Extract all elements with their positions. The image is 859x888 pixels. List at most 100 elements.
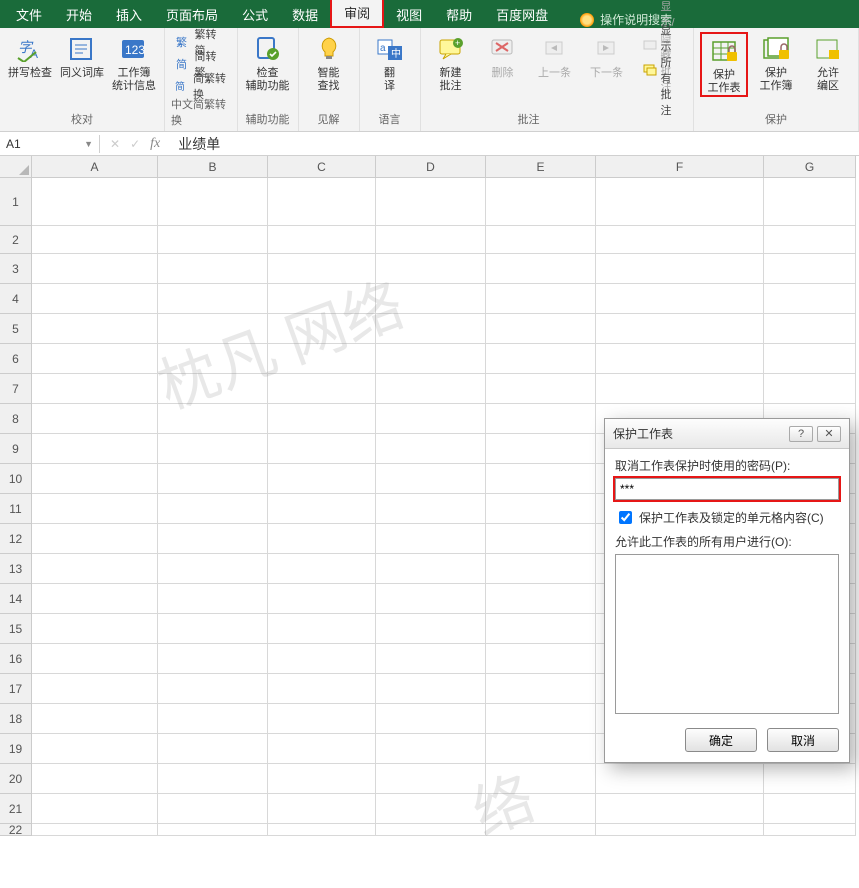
- cell[interactable]: [32, 254, 158, 284]
- cell[interactable]: [486, 704, 596, 734]
- formula-input[interactable]: 业绩单: [170, 132, 859, 156]
- cell[interactable]: [32, 178, 158, 226]
- row-header-16[interactable]: 16: [0, 644, 32, 674]
- cell[interactable]: [158, 374, 268, 404]
- cell[interactable]: [268, 226, 376, 254]
- cell[interactable]: [158, 254, 268, 284]
- cell[interactable]: [32, 226, 158, 254]
- row-header-8[interactable]: 8: [0, 404, 32, 434]
- cell[interactable]: [486, 584, 596, 614]
- tab-帮助[interactable]: 帮助: [434, 1, 484, 28]
- thesaurus-button[interactable]: 同义词库: [58, 32, 106, 93]
- cell[interactable]: [158, 434, 268, 464]
- cell[interactable]: [158, 404, 268, 434]
- cell[interactable]: [376, 464, 486, 494]
- col-header-C[interactable]: C: [268, 156, 376, 178]
- cell[interactable]: [486, 524, 596, 554]
- cell[interactable]: [158, 734, 268, 764]
- cell[interactable]: [596, 374, 764, 404]
- col-header-D[interactable]: D: [376, 156, 486, 178]
- tab-文件[interactable]: 文件: [4, 1, 54, 28]
- cell[interactable]: [32, 284, 158, 314]
- cell[interactable]: [268, 314, 376, 344]
- cell[interactable]: [268, 764, 376, 794]
- cell[interactable]: [596, 254, 764, 284]
- cell[interactable]: [32, 794, 158, 824]
- cell[interactable]: [376, 374, 486, 404]
- dialog-titlebar[interactable]: 保护工作表 ? ✕: [605, 419, 849, 449]
- cell[interactable]: [486, 764, 596, 794]
- cell[interactable]: [158, 284, 268, 314]
- cell[interactable]: [486, 824, 596, 836]
- cell[interactable]: [32, 614, 158, 644]
- cell[interactable]: [376, 704, 486, 734]
- cell[interactable]: [268, 178, 376, 226]
- cell[interactable]: [764, 314, 856, 344]
- cell[interactable]: [764, 284, 856, 314]
- cancel-icon[interactable]: ✕: [110, 137, 120, 151]
- row-header-5[interactable]: 5: [0, 314, 32, 344]
- row-header-3[interactable]: 3: [0, 254, 32, 284]
- cell[interactable]: [376, 734, 486, 764]
- tab-插入[interactable]: 插入: [104, 1, 154, 28]
- cell[interactable]: [486, 284, 596, 314]
- tab-数据[interactable]: 数据: [280, 1, 330, 28]
- cell[interactable]: [596, 314, 764, 344]
- cell[interactable]: [486, 178, 596, 226]
- new-comment-button[interactable]: +新建 批注: [427, 32, 475, 93]
- cell[interactable]: [32, 644, 158, 674]
- row-header-18[interactable]: 18: [0, 704, 32, 734]
- cell[interactable]: [32, 344, 158, 374]
- chevron-down-icon[interactable]: ▼: [84, 139, 93, 149]
- cell[interactable]: [486, 254, 596, 284]
- cell[interactable]: [32, 434, 158, 464]
- cell[interactable]: [376, 764, 486, 794]
- row-header-21[interactable]: 21: [0, 794, 32, 824]
- cell[interactable]: [376, 584, 486, 614]
- name-box[interactable]: A1▼: [0, 135, 100, 153]
- cell[interactable]: [376, 644, 486, 674]
- row-header-4[interactable]: 4: [0, 284, 32, 314]
- allow-edit-ranges-button[interactable]: 允许 编区: [804, 32, 852, 97]
- cell[interactable]: [32, 494, 158, 524]
- cell[interactable]: [486, 554, 596, 584]
- cell[interactable]: [268, 644, 376, 674]
- cell[interactable]: [158, 226, 268, 254]
- cell[interactable]: [486, 404, 596, 434]
- cell[interactable]: [764, 374, 856, 404]
- cell[interactable]: [158, 344, 268, 374]
- cell[interactable]: [486, 344, 596, 374]
- row-header-6[interactable]: 6: [0, 344, 32, 374]
- cell[interactable]: [158, 494, 268, 524]
- row-header-17[interactable]: 17: [0, 674, 32, 704]
- cell[interactable]: [268, 554, 376, 584]
- cell[interactable]: [764, 824, 856, 836]
- col-header-F[interactable]: F: [596, 156, 764, 178]
- cell[interactable]: [158, 704, 268, 734]
- cell[interactable]: [32, 704, 158, 734]
- cell[interactable]: [32, 584, 158, 614]
- check-accessibility-button[interactable]: 检查 辅助功能: [244, 32, 292, 93]
- tab-开始[interactable]: 开始: [54, 1, 104, 28]
- row-header-7[interactable]: 7: [0, 374, 32, 404]
- col-header-G[interactable]: G: [764, 156, 856, 178]
- cell[interactable]: [268, 254, 376, 284]
- cell[interactable]: [486, 614, 596, 644]
- cell[interactable]: [32, 734, 158, 764]
- cell[interactable]: [268, 704, 376, 734]
- cell[interactable]: [376, 524, 486, 554]
- cell[interactable]: [268, 794, 376, 824]
- workbook-stats-button[interactable]: 123 工作簿 统计信息: [110, 32, 158, 93]
- row-header-9[interactable]: 9: [0, 434, 32, 464]
- cell[interactable]: [764, 344, 856, 374]
- cell[interactable]: [486, 464, 596, 494]
- enter-icon[interactable]: ✓: [130, 137, 140, 151]
- smart-lookup-button[interactable]: 智能 查找: [305, 32, 353, 93]
- delete-comment-button[interactable]: 删除: [479, 32, 527, 93]
- chinese-convert-button[interactable]: 简简繁转换: [171, 76, 231, 96]
- tab-公式[interactable]: 公式: [230, 1, 280, 28]
- cell[interactable]: [268, 524, 376, 554]
- cell[interactable]: [32, 464, 158, 494]
- cell[interactable]: [268, 374, 376, 404]
- cell[interactable]: [158, 554, 268, 584]
